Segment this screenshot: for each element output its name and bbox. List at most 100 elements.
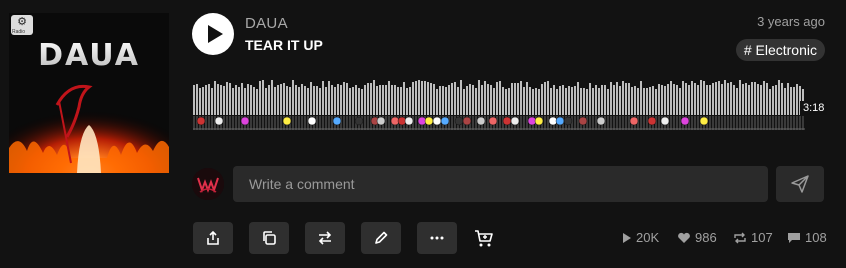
waveform-reflection bbox=[226, 116, 228, 130]
artwork-title: DAUA bbox=[38, 38, 140, 73]
repost-count[interactable]: 107 bbox=[733, 230, 773, 245]
play-button[interactable] bbox=[192, 13, 234, 55]
timed-comment-avatar[interactable] bbox=[332, 116, 342, 126]
waveform-reflection bbox=[205, 116, 207, 130]
timed-comment-avatar[interactable] bbox=[462, 116, 472, 126]
user-avatar[interactable] bbox=[192, 168, 224, 200]
waveform-bar bbox=[361, 89, 363, 115]
track-artwork[interactable]: DAUA ⚙ Radio bbox=[9, 13, 169, 173]
waveform-reflection bbox=[364, 116, 366, 130]
waveform-bar bbox=[721, 84, 723, 115]
timed-comment-avatar[interactable] bbox=[647, 116, 657, 126]
waveform-reflection bbox=[208, 116, 210, 130]
waveform-bar bbox=[736, 88, 738, 115]
waveform-bar bbox=[259, 81, 261, 115]
waveform-bar bbox=[457, 87, 459, 115]
waveform-bar bbox=[280, 84, 282, 115]
timed-comment-avatar[interactable] bbox=[555, 116, 565, 126]
comment-count-value: 108 bbox=[805, 230, 827, 245]
comment-count[interactable]: 108 bbox=[787, 230, 827, 245]
waveform-bar bbox=[616, 82, 618, 115]
waveform-bar bbox=[622, 81, 624, 115]
timed-comment-avatar[interactable] bbox=[240, 116, 250, 126]
track-title[interactable]: TEAR IT UP bbox=[245, 37, 323, 53]
timed-comment-avatar[interactable] bbox=[282, 116, 292, 126]
waveform-bar bbox=[298, 87, 300, 115]
timed-comment-avatar[interactable] bbox=[578, 116, 588, 126]
timed-comment-avatar[interactable] bbox=[454, 116, 464, 126]
waveform-bar bbox=[460, 80, 462, 115]
avatar-logo bbox=[192, 168, 224, 200]
waveform-bar bbox=[319, 88, 321, 115]
waveform-reflection bbox=[712, 116, 714, 130]
waveform-reflection bbox=[589, 116, 591, 130]
timed-comment-avatar[interactable] bbox=[432, 116, 442, 126]
timed-comment-avatar[interactable] bbox=[629, 116, 639, 126]
genre-tag[interactable]: # Electronic bbox=[735, 39, 825, 61]
edit-button[interactable] bbox=[361, 222, 401, 254]
waveform-reflection bbox=[739, 116, 741, 130]
timed-comment-avatar[interactable] bbox=[476, 116, 486, 126]
timed-comment-avatar[interactable] bbox=[440, 116, 450, 126]
waveform-bar bbox=[295, 85, 297, 115]
timed-comment-avatar[interactable] bbox=[502, 116, 512, 126]
timed-comment-avatar[interactable] bbox=[510, 116, 520, 126]
waveform-reflection bbox=[679, 116, 681, 130]
buy-button[interactable] bbox=[472, 226, 496, 250]
timed-comment-avatar[interactable] bbox=[699, 116, 709, 126]
waveform-bar bbox=[316, 86, 318, 115]
timed-comment-avatar[interactable] bbox=[354, 116, 364, 126]
waveform[interactable] bbox=[193, 80, 813, 132]
waveform-reflection bbox=[253, 116, 255, 130]
repost-button[interactable] bbox=[305, 222, 345, 254]
timed-comment-avatar[interactable] bbox=[307, 116, 317, 126]
waveform-bar bbox=[586, 89, 588, 115]
waveform-bar bbox=[424, 81, 426, 115]
waveform-reflection bbox=[775, 116, 777, 130]
timed-comment-avatar[interactable] bbox=[376, 116, 386, 126]
waveform-reflection bbox=[472, 116, 474, 130]
waveform-bar bbox=[595, 85, 597, 115]
waveform-reflection bbox=[328, 116, 330, 130]
waveform-bar bbox=[346, 83, 348, 115]
waveform-bar bbox=[556, 89, 558, 115]
timed-comment-avatar[interactable] bbox=[214, 116, 224, 126]
waveform-bar bbox=[538, 89, 540, 115]
timed-comment-avatar[interactable] bbox=[660, 116, 670, 126]
timed-comment-avatar[interactable] bbox=[563, 116, 573, 126]
waveform-bar bbox=[199, 88, 201, 115]
waveform-bar bbox=[310, 82, 312, 115]
timed-comment-avatar[interactable] bbox=[424, 116, 434, 126]
timed-comment-avatar[interactable] bbox=[488, 116, 498, 126]
waveform-bar bbox=[778, 80, 780, 115]
timed-comment-avatar[interactable] bbox=[680, 116, 690, 126]
waveform-bar bbox=[193, 85, 195, 115]
waveform-bar bbox=[418, 80, 420, 115]
timed-comment-avatar[interactable] bbox=[596, 116, 606, 126]
send-comment-button[interactable] bbox=[776, 166, 824, 202]
waveform-reflection bbox=[388, 116, 390, 130]
waveform-reflection bbox=[304, 116, 306, 130]
share-button[interactable] bbox=[193, 222, 233, 254]
waveform-bar bbox=[739, 80, 741, 115]
timed-comment-avatar[interactable] bbox=[404, 116, 414, 126]
waveform-bar bbox=[712, 83, 714, 115]
waveform-reflection bbox=[523, 116, 525, 130]
waveform-bar bbox=[484, 81, 486, 115]
waveform-bar bbox=[526, 82, 528, 115]
waveform-bar bbox=[253, 87, 255, 115]
waveform-bar bbox=[301, 84, 303, 115]
waveform-reflection bbox=[676, 116, 678, 130]
more-button[interactable] bbox=[417, 222, 457, 254]
artist-name[interactable]: DAUA bbox=[245, 15, 288, 32]
comment-input[interactable] bbox=[233, 166, 768, 202]
waveform-bar bbox=[781, 83, 783, 115]
timed-comment-avatar[interactable] bbox=[196, 116, 206, 126]
waveform-bar bbox=[634, 86, 636, 115]
copy-link-button[interactable] bbox=[249, 222, 289, 254]
timed-comment-avatar[interactable] bbox=[534, 116, 544, 126]
waveform-bar bbox=[751, 82, 753, 115]
waveform-bar bbox=[307, 88, 309, 115]
like-count[interactable]: 986 bbox=[677, 230, 717, 245]
waveform-bar bbox=[292, 80, 294, 115]
